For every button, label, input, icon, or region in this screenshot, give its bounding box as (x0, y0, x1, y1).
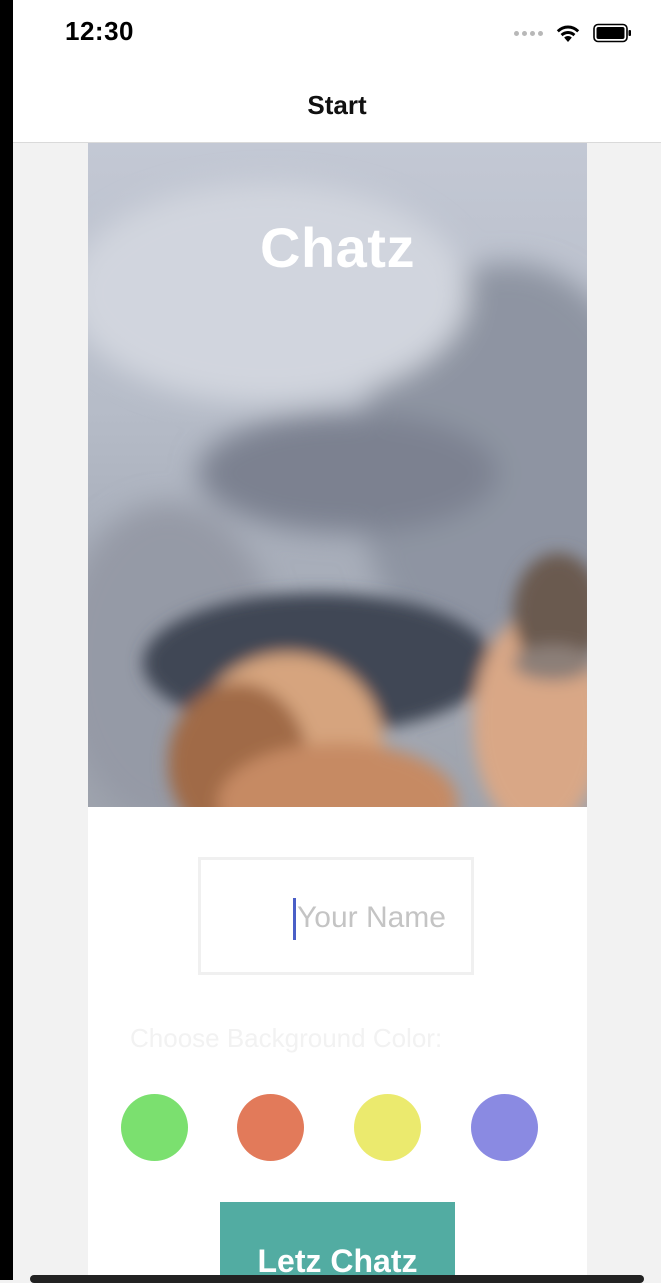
hero-background-image: Chatz (88, 143, 587, 807)
text-caret (293, 898, 296, 940)
signal-dots-icon (514, 30, 543, 36)
nav-title: Start (307, 90, 367, 120)
status-bar: 12:30 (13, 0, 661, 66)
background-color-label: Choose Background Color: (130, 1023, 443, 1053)
color-swatch-green[interactable] (121, 1094, 188, 1161)
status-icons (514, 20, 633, 46)
app-title: Chatz (260, 216, 415, 279)
screen-edge (0, 0, 13, 1280)
navigation-bar: Start (13, 66, 661, 143)
color-swatch-purple[interactable] (471, 1094, 538, 1161)
home-indicator (30, 1275, 644, 1283)
wifi-icon (556, 25, 580, 42)
start-screen: Chatz Choose Background Color: Letz Chat… (88, 143, 587, 1280)
status-time: 12:30 (65, 16, 134, 46)
battery-icon (593, 23, 631, 43)
name-input[interactable] (297, 890, 467, 946)
name-field[interactable] (198, 857, 474, 975)
color-swatch-orange[interactable] (237, 1094, 304, 1161)
start-chat-button[interactable]: Letz Chatz (220, 1202, 455, 1280)
color-swatch-yellow[interactable] (354, 1094, 421, 1161)
